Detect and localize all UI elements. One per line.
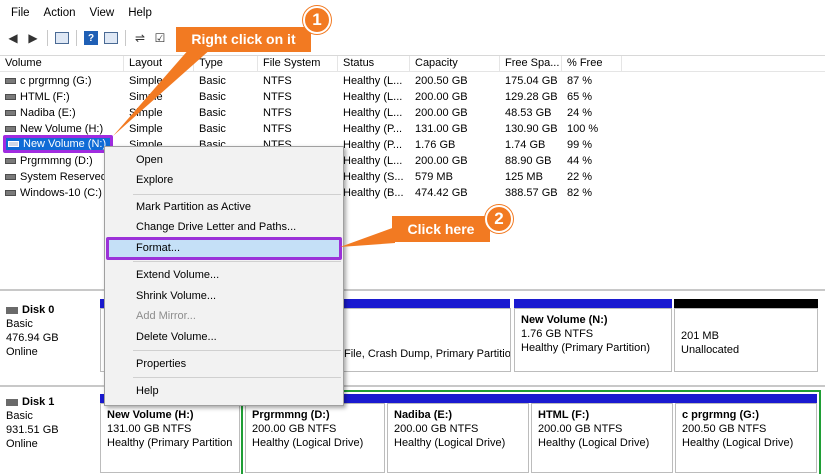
step-2-badge: 2 xyxy=(485,205,513,233)
callout-click-here: Click here xyxy=(392,216,490,242)
callout-right-click: Right click on it xyxy=(176,27,311,52)
callout-1-arrow xyxy=(113,48,212,136)
step-1-badge: 1 xyxy=(303,6,331,34)
callout-2-arrow xyxy=(340,227,395,247)
